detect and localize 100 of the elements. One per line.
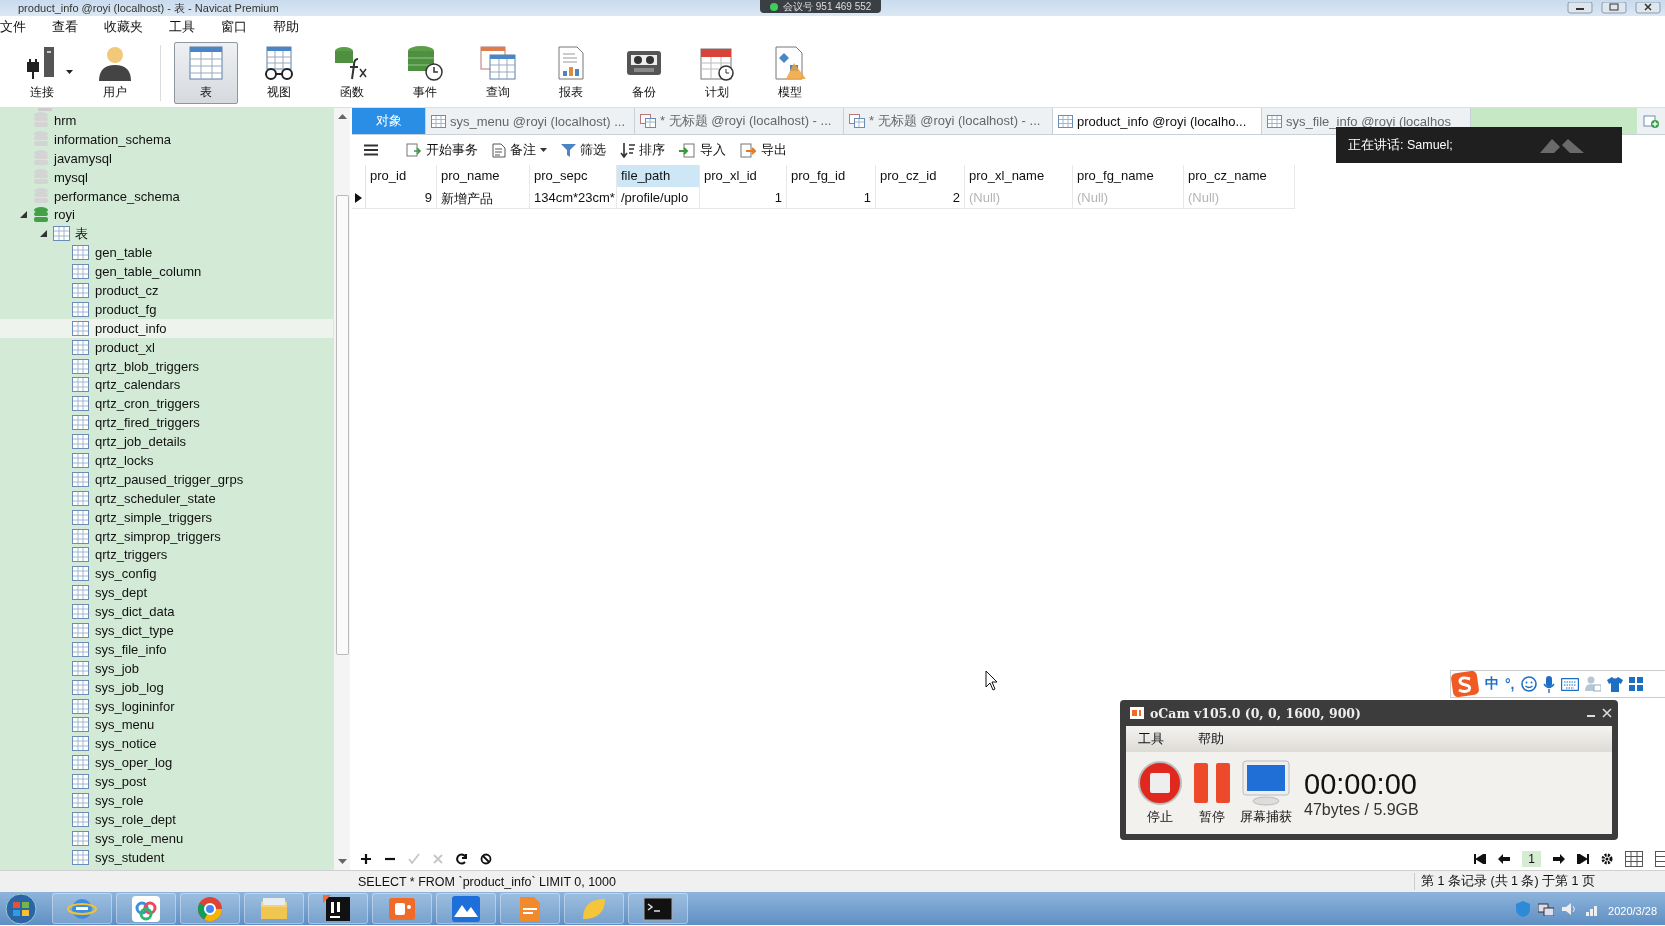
toolbar-button[interactable]: 用户 (83, 41, 147, 104)
toolbar-button[interactable]: 表 (174, 41, 238, 104)
tree-item[interactable]: sys_oper_log (0, 753, 333, 773)
menu-item[interactable]: 文件 (0, 16, 26, 38)
tree-item[interactable]: sys_file_info (0, 639, 333, 659)
settings-icon[interactable] (1601, 853, 1613, 865)
close-icon[interactable] (1635, 2, 1661, 14)
shirt-icon[interactable] (1606, 676, 1623, 692)
next-page-icon[interactable] (1553, 854, 1565, 864)
column-header[interactable]: pro_xl_name (965, 165, 1073, 187)
column-header[interactable]: pro_cz_name (1184, 165, 1295, 187)
scroll-down-icon[interactable] (337, 859, 347, 864)
tree-item[interactable]: qrtz_scheduler_state (0, 488, 333, 508)
tree-item[interactable]: sys_student (0, 847, 333, 867)
tab[interactable]: sys_menu @royi (localhost) ... (426, 108, 635, 134)
toolbar-button[interactable]: 筛选 (561, 141, 606, 159)
tree-item[interactable]: sys_notice (0, 734, 333, 754)
toolbar-button[interactable]: 视图 (247, 41, 311, 104)
previous-page-icon[interactable] (1498, 854, 1511, 864)
tree-item[interactable]: product_xl (0, 337, 333, 357)
input-mode[interactable]: 中 (1485, 675, 1499, 693)
minimize-icon[interactable] (1567, 2, 1593, 14)
menu-item[interactable]: 帮助 (1198, 730, 1224, 748)
stop-icon[interactable] (480, 853, 492, 865)
toolbar-button[interactable]: 备注 (492, 141, 547, 159)
tree-item[interactable]: gen_table_column (0, 262, 333, 281)
toolbar-button[interactable]: 备份 (612, 41, 676, 104)
tree-item[interactable]: product_cz (0, 281, 333, 300)
menu-item[interactable]: 窗口 (221, 16, 247, 38)
column-header[interactable]: pro_name (437, 165, 530, 187)
grid-icon[interactable] (1628, 676, 1644, 692)
toolbar-button[interactable]: 导出 (740, 141, 787, 159)
tree-item[interactable]: product_info (0, 318, 333, 338)
tree-item[interactable]: sys_logininfor (0, 696, 333, 716)
toolbar-button[interactable]: 查询 (466, 41, 530, 104)
tree-item[interactable]: sys_dept (0, 583, 333, 603)
tree-item[interactable]: sys_config (0, 564, 333, 584)
last-page-icon[interactable] (1577, 854, 1589, 864)
toolbar-button[interactable]: 连接 (10, 41, 74, 104)
menu-item[interactable]: 帮助 (273, 16, 299, 38)
scroll-thumb[interactable] (335, 195, 349, 655)
toolbar-button[interactable]: 导入 (679, 141, 726, 159)
column-header[interactable]: pro_cz_id (876, 165, 965, 187)
tree-item[interactable]: qrtz_blob_triggers (0, 356, 333, 376)
toolbar-button[interactable] (364, 144, 378, 156)
tree-item[interactable]: sys_dict_data (0, 602, 333, 622)
menu-item[interactable]: 收藏夹 (104, 16, 143, 38)
tree-item[interactable]: qrtz_simple_triggers (0, 507, 333, 527)
toolbar-button[interactable]: 开始事务 (406, 141, 478, 159)
punctuation-mode[interactable]: °, (1505, 676, 1515, 692)
form-view-icon[interactable] (1655, 851, 1665, 867)
add-tab-icon[interactable] (1643, 113, 1659, 129)
taskbar-app-button[interactable] (308, 893, 368, 924)
scrollbar[interactable] (333, 108, 350, 870)
column-header[interactable]: pro_id (366, 165, 437, 187)
refresh-icon[interactable] (456, 853, 468, 865)
tree-item[interactable]: qrtz_calendars (0, 375, 333, 395)
tab[interactable]: product_info @royi (localho... (1053, 108, 1262, 134)
tree-item[interactable]: sys_job (0, 658, 333, 678)
keyboard-icon[interactable] (1560, 677, 1579, 691)
tree-item[interactable]: information_schema (0, 129, 333, 149)
maximize-icon[interactable] (1601, 2, 1627, 14)
microphone-icon[interactable] (1542, 675, 1555, 693)
tree-item[interactable]: qrtz_triggers (0, 545, 333, 565)
column-header[interactable]: pro_fg_name (1073, 165, 1184, 187)
toolbar-button[interactable]: 排序 (620, 141, 665, 159)
tree-item[interactable]: sys_job_log (0, 677, 333, 697)
tree-item[interactable]: javamysql (0, 148, 333, 168)
tree-item[interactable]: sys_role_dept (0, 809, 333, 829)
tab[interactable]: * 无标题 @royi (localhost) - ... (635, 108, 844, 134)
page-field[interactable]: 1 (1522, 851, 1541, 867)
tree-item[interactable]: qrtz_cron_triggers (0, 394, 333, 414)
first-page-icon[interactable] (1474, 854, 1487, 864)
tree-item[interactable]: performance_schema (0, 186, 333, 206)
tree-item[interactable]: qrtz_paused_trigger_grps (0, 469, 333, 489)
tree-item[interactable]: qrtz_job_details (0, 432, 333, 452)
tree-item[interactable]: mysql (0, 167, 333, 187)
menu-item[interactable]: 工具 (169, 16, 195, 38)
tree-item[interactable]: qrtz_simprop_triggers (0, 526, 333, 546)
tree-item[interactable]: sys_menu (0, 715, 333, 735)
recorder-button[interactable]: 停止 (1136, 760, 1184, 826)
tree-item[interactable]: product_fg (0, 299, 333, 319)
tree-item[interactable]: sys_post (0, 772, 333, 792)
recorder-button[interactable]: 屏幕捕获 (1240, 760, 1292, 826)
menu-item[interactable]: 查看 (52, 16, 78, 38)
smiley-icon[interactable] (1520, 676, 1537, 692)
tree-item[interactable]: 表 (0, 224, 333, 244)
column-header[interactable]: file_path (617, 165, 700, 187)
column-header[interactable]: pro_xl_id (700, 165, 787, 187)
tree-item[interactable]: hrm (0, 111, 333, 130)
tree-item[interactable]: sys_role_menu (0, 828, 333, 848)
toolbar-button[interactable]: 函数 (320, 41, 384, 104)
scroll-up-icon[interactable] (337, 114, 347, 119)
column-header[interactable]: pro_fg_id (787, 165, 876, 187)
grid-view-icon[interactable] (1625, 851, 1643, 867)
toolbar-button[interactable]: 模型 (758, 41, 822, 104)
tree-item[interactable]: sys_dict_type (0, 621, 333, 640)
start-button[interactable] (4, 892, 38, 925)
toolbar-button[interactable]: 计划 (685, 41, 749, 104)
add-icon[interactable] (360, 853, 372, 865)
